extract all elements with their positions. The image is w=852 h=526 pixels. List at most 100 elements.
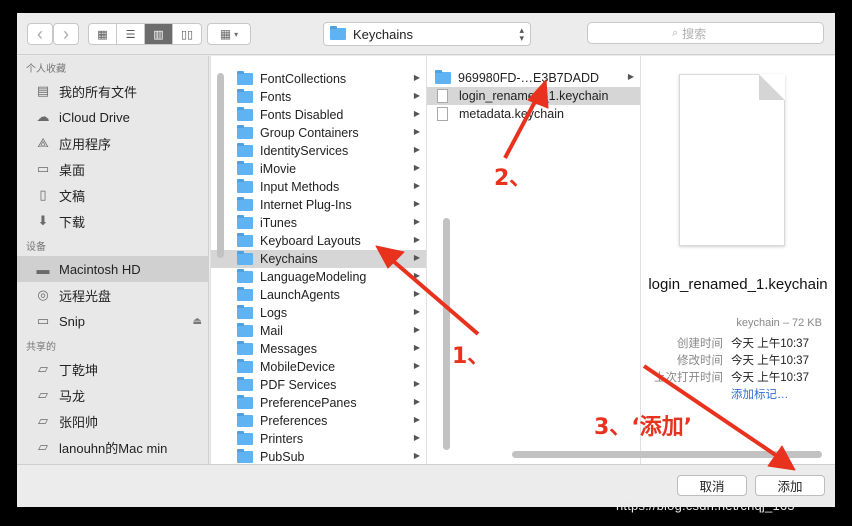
disclosure-chevron-icon: ▶ bbox=[413, 235, 420, 244]
folder-row[interactable]: LanguageModeling ▶ bbox=[211, 268, 426, 286]
preview-info-value: 今天 上午10:37 bbox=[731, 372, 809, 384]
grid-icon: ▦ bbox=[97, 28, 108, 41]
folder-row[interactable]: 969980FD-…E3B7DADD ▶ bbox=[427, 69, 640, 87]
disclosure-chevron-icon: ▶ bbox=[413, 307, 420, 316]
folder-label: Mail bbox=[260, 324, 283, 338]
sidebar-item[interactable]: ▬ Macintosh HD bbox=[17, 256, 208, 282]
add-button[interactable]: 添加 bbox=[755, 475, 825, 496]
file-row[interactable]: login_renamed_1.keychain bbox=[427, 87, 640, 105]
disclosure-chevron-icon: ▶ bbox=[413, 217, 420, 226]
folder-row[interactable]: Keyboard Layouts ▶ bbox=[211, 232, 426, 250]
add-tags-link[interactable]: 添加标记… bbox=[731, 386, 789, 402]
sidebar-item-label: 下载 bbox=[59, 214, 86, 230]
folder-icon bbox=[237, 413, 253, 427]
arrange-button[interactable]: ▦ ▾ bbox=[207, 23, 251, 45]
folder-row[interactable]: Fonts Disabled ▶ bbox=[211, 106, 426, 124]
coverflow-icon: ▯▯ bbox=[180, 28, 194, 41]
disc-icon: ◎ bbox=[37, 287, 49, 302]
preview-pane: login_renamed_1.keychain keychain – 72 K… bbox=[641, 56, 835, 464]
folder-icon bbox=[237, 233, 253, 247]
folder-row[interactable]: LaunchAgents ▶ bbox=[211, 286, 426, 304]
sidebar-item-label: 文稿 bbox=[59, 188, 86, 204]
path-label: Keychains bbox=[353, 26, 413, 42]
folder-row[interactable]: Preferences ▶ bbox=[211, 412, 426, 430]
icon-view-button[interactable]: ▦ bbox=[89, 24, 117, 44]
sidebar-item[interactable]: ⟁ 应用程序 bbox=[17, 130, 208, 156]
folder-row[interactable]: Keychains ▶ bbox=[211, 250, 426, 268]
cancel-button[interactable]: 取消 bbox=[677, 475, 747, 496]
sidebar-item[interactable]: ▭ Snip ⏏ bbox=[17, 308, 208, 334]
sidebar-item[interactable]: ◎ 远程光盘 bbox=[17, 282, 208, 308]
folder-row[interactable]: PubSub ▶ bbox=[211, 448, 426, 464]
sidebar-item[interactable]: ☁ iCloud Drive bbox=[17, 104, 208, 130]
folder-row[interactable]: Logs ▶ bbox=[211, 304, 426, 322]
folder-label: Preferences bbox=[260, 414, 328, 428]
folder-row[interactable]: Group Containers ▶ bbox=[211, 124, 426, 142]
folder-row[interactable]: PDF Services ▶ bbox=[211, 376, 426, 394]
folder-row[interactable]: Fonts ▶ bbox=[211, 88, 426, 106]
disclosure-chevron-icon: ▶ bbox=[413, 199, 420, 208]
folder-icon bbox=[435, 70, 451, 84]
sidebar-scrollbar[interactable] bbox=[217, 73, 224, 258]
path-popup[interactable]: Keychains ▴ ▾ bbox=[323, 22, 531, 46]
folder-label: PreferencePanes bbox=[260, 396, 357, 410]
folder-icon bbox=[237, 251, 253, 265]
file-row[interactable]: metadata.keychain bbox=[427, 105, 640, 123]
desktop-icon: ▭ bbox=[36, 161, 50, 176]
sidebar-item[interactable]: ▱ 丁乾坤 bbox=[17, 356, 208, 382]
folder-label: MobileDevice bbox=[260, 360, 336, 374]
list-view-button[interactable]: ☰ bbox=[117, 24, 145, 44]
eject-icon[interactable]: ⏏ bbox=[193, 316, 202, 327]
folder-row[interactable]: Internet Plug-Ins ▶ bbox=[211, 196, 426, 214]
sidebar-item[interactable]: ▭ 桌面 bbox=[17, 156, 208, 182]
folder-row[interactable]: PreferencePanes ▶ bbox=[211, 394, 426, 412]
folder-row[interactable]: iMovie ▶ bbox=[211, 160, 426, 178]
folder-row[interactable]: Printers ▶ bbox=[211, 430, 426, 448]
sidebar-item[interactable]: ▱ 马龙 bbox=[17, 382, 208, 408]
annotation-step-1: 1、 bbox=[452, 344, 490, 369]
disclosure-chevron-icon: ▶ bbox=[413, 325, 420, 334]
disclosure-chevron-icon: ▶ bbox=[413, 271, 420, 280]
folder-label: Printers bbox=[260, 432, 304, 446]
sidebar-item-label: Macintosh HD bbox=[59, 261, 141, 277]
folder-row[interactable]: Input Methods ▶ bbox=[211, 178, 426, 196]
disclosure-chevron-icon: ▶ bbox=[413, 451, 420, 460]
folder-row[interactable]: IdentityServices ▶ bbox=[211, 142, 426, 160]
file-label: metadata.keychain bbox=[459, 107, 564, 121]
search-field[interactable]: ⌕ 搜索 bbox=[587, 22, 824, 44]
coverflow-view-button[interactable]: ▯▯ bbox=[173, 24, 201, 44]
document-icon bbox=[437, 107, 448, 121]
sidebar-item[interactable]: ▱ 张阳帅 bbox=[17, 408, 208, 434]
applications-icon: ⟁ bbox=[37, 135, 49, 150]
disclosure-chevron-icon: ▶ bbox=[413, 73, 420, 82]
folder-icon bbox=[237, 107, 253, 121]
preview-filename: login_renamed_1.keychain bbox=[648, 276, 828, 293]
file-label: login_renamed_1.keychain bbox=[459, 89, 609, 103]
arrange-grid-icon: ▦ bbox=[219, 27, 232, 41]
annotation-step-3: 3、‘添加’ bbox=[594, 415, 693, 440]
watermark: https://blog.csdn.net/chqj_163 bbox=[616, 498, 795, 513]
preview-info-row: 修改时间 今天 上午10:37 bbox=[641, 352, 835, 369]
folder-row[interactable]: Messages ▶ bbox=[211, 340, 426, 358]
preview-info-row: 上次打开时间 今天 上午10:37 bbox=[641, 369, 835, 386]
folder-row[interactable]: iTunes ▶ bbox=[211, 214, 426, 232]
column-library: FontCollections ▶ Fonts ▶ Fonts Disabled ▶ Gro… bbox=[210, 56, 427, 464]
horizontal-scrollbar[interactable] bbox=[512, 451, 822, 458]
back-button[interactable]: ‹ bbox=[27, 23, 53, 45]
folder-label: LanguageModeling bbox=[260, 270, 367, 284]
forward-button[interactable]: › bbox=[53, 23, 79, 45]
drive-icon: ▭ bbox=[36, 313, 50, 328]
preview-info-value: 今天 上午10:37 bbox=[731, 355, 809, 367]
sidebar-item[interactable]: ⬇ 下载 bbox=[17, 208, 208, 234]
folder-label: IdentityServices bbox=[260, 144, 349, 158]
folder-row[interactable]: FontCollections ▶ bbox=[211, 70, 426, 88]
sidebar-item[interactable]: ▱ lanouhn的Mac min bbox=[17, 434, 208, 460]
folder-row[interactable]: MobileDevice ▶ bbox=[211, 358, 426, 376]
folder-icon bbox=[237, 449, 253, 463]
folder-row[interactable]: Mail ▶ bbox=[211, 322, 426, 340]
sidebar: 个人收藏 ▤ 我的所有文件 ☁ iCloud Drive ⟁ 应用程序 ▭ 桌面 ▯ 文稿 ⬇ 下载 设备… bbox=[17, 56, 209, 464]
column-view-button[interactable]: ▥ bbox=[145, 24, 173, 44]
folder-label: Fonts bbox=[260, 90, 292, 104]
sidebar-item[interactable]: ▯ 文稿 bbox=[17, 182, 208, 208]
sidebar-item[interactable]: ▤ 我的所有文件 bbox=[17, 78, 208, 104]
